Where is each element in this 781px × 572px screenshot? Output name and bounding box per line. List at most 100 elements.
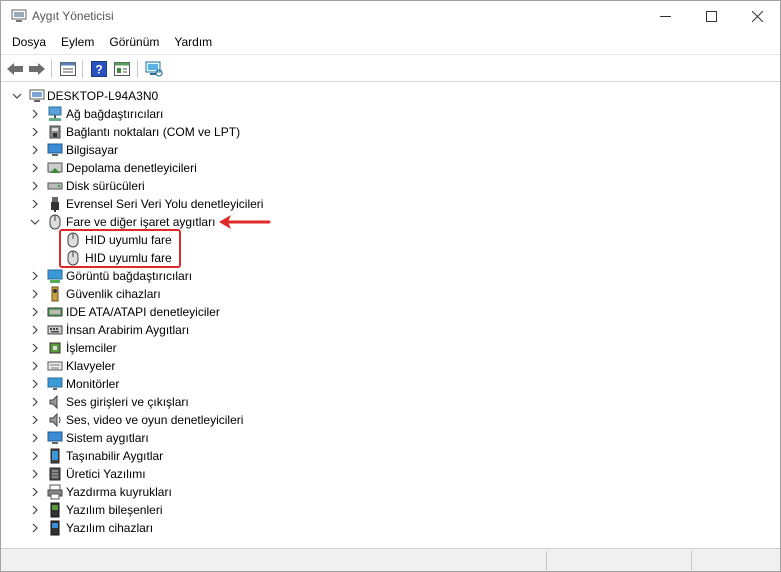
forward-icon	[29, 63, 45, 75]
security-device-icon	[51, 286, 59, 302]
chevron-right-icon[interactable]	[29, 324, 41, 336]
chevron-right-icon[interactable]	[29, 522, 41, 534]
chevron-right-icon[interactable]	[29, 306, 41, 318]
chevron-right-icon[interactable]	[29, 342, 41, 354]
display-adapter-icon	[47, 269, 63, 283]
title-bar[interactable]: Aygıt Yöneticisi	[1, 1, 780, 31]
tree-category-15[interactable]: Ses girişleri ve çıkışları	[66, 393, 189, 411]
scan-hardware-button[interactable]	[144, 59, 164, 79]
chevron-right-icon[interactable]	[29, 108, 41, 120]
computer-icon	[29, 89, 45, 102]
chevron-right-icon[interactable]	[29, 198, 41, 210]
chevron-right-icon[interactable]	[29, 144, 41, 156]
help-button[interactable]: ?	[89, 59, 109, 79]
tree-category-1[interactable]: Ağ bağdaştırıcıları	[66, 105, 163, 123]
chevron-down-icon[interactable]	[11, 90, 23, 102]
scan-hardware-icon	[145, 61, 163, 77]
annotation-arrow-icon	[219, 215, 271, 229]
tree-category-13[interactable]: Klavyeler	[66, 357, 115, 375]
properties-button[interactable]	[58, 59, 78, 79]
chevron-right-icon[interactable]	[29, 504, 41, 516]
hid-icon	[47, 325, 63, 335]
storage-controller-icon	[47, 162, 63, 173]
tree-category-5[interactable]: Disk sürücüleri	[66, 177, 145, 195]
tree-category-16[interactable]: Ses, video ve oyun denetleyicileri	[66, 411, 243, 429]
chevron-right-icon[interactable]	[29, 378, 41, 390]
tree-category-11[interactable]: İnsan Arabirim Aygıtları	[66, 321, 189, 339]
chevron-right-icon[interactable]	[29, 180, 41, 192]
chevron-right-icon[interactable]	[29, 126, 41, 138]
device-manager-app-icon	[11, 9, 27, 22]
chevron-down-icon[interactable]	[29, 216, 41, 228]
menu-action[interactable]: Eylem	[54, 32, 102, 52]
maximize-button[interactable]	[688, 1, 734, 31]
device-manager-window: Aygıt Yöneticisi Dosya Eylem Görünüm Yar…	[0, 0, 781, 572]
chevron-right-icon[interactable]	[29, 450, 41, 462]
tree-category-18[interactable]: Taşınabilir Aygıtlar	[66, 447, 163, 465]
svg-text:?: ?	[95, 63, 102, 77]
update-driver-button[interactable]	[112, 59, 132, 79]
chevron-right-icon[interactable]	[29, 486, 41, 498]
tree-category-9[interactable]: Güvenlik cihazları	[66, 285, 161, 303]
portable-device-icon	[50, 448, 60, 464]
tree-root-computer[interactable]: DESKTOP-L94A3N0	[47, 87, 158, 105]
tree-category-17[interactable]: Sistem aygıtları	[66, 429, 149, 447]
status-bar	[1, 548, 780, 571]
update-driver-icon	[114, 62, 130, 76]
tree-category-20[interactable]: Yazdırma kuyrukları	[66, 483, 172, 501]
chevron-right-icon[interactable]	[29, 270, 41, 282]
tree-category-10[interactable]: IDE ATA/ATAPI denetleyiciler	[66, 303, 220, 321]
menu-view[interactable]: Görünüm	[102, 32, 167, 52]
print-queue-icon	[47, 484, 63, 500]
audio-io-icon	[49, 394, 58, 410]
computer-icon	[47, 143, 63, 156]
close-button[interactable]	[734, 1, 780, 31]
chevron-right-icon[interactable]	[29, 414, 41, 426]
minimize-icon	[659, 15, 671, 17]
toolbar: ?	[1, 54, 780, 82]
window-title: Aygıt Yöneticisi	[32, 9, 114, 23]
chevron-right-icon[interactable]	[29, 288, 41, 300]
help-icon: ?	[91, 61, 107, 77]
mouse-icon	[49, 214, 61, 230]
tree-category-21[interactable]: Yazılım bileşenleri	[66, 501, 162, 519]
ide-controller-icon	[47, 307, 63, 317]
monitor-icon	[47, 377, 63, 390]
software-device-icon	[50, 520, 60, 536]
forward-button[interactable]	[27, 59, 47, 79]
tree-category-8[interactable]: Görüntü bağdaştırıcıları	[66, 267, 192, 285]
system-device-icon	[47, 431, 63, 444]
port-icon	[49, 125, 61, 139]
close-icon	[751, 10, 763, 22]
processor-icon	[49, 342, 61, 354]
keyboard-icon	[47, 361, 63, 371]
tree-category-6[interactable]: Evrensel Seri Veri Yolu denetleyicileri	[66, 195, 263, 213]
menu-bar: Dosya Eylem Görünüm Yardım	[1, 32, 780, 52]
back-icon	[7, 63, 23, 75]
software-component-icon	[50, 502, 60, 518]
tree-category-12[interactable]: İşlemciler	[66, 339, 117, 357]
chevron-right-icon[interactable]	[29, 432, 41, 444]
chevron-right-icon[interactable]	[29, 162, 41, 174]
minimize-button[interactable]	[642, 1, 688, 31]
chevron-right-icon[interactable]	[29, 396, 41, 408]
highlight-box	[59, 229, 181, 268]
tree-category-3[interactable]: Bilgisayar	[66, 141, 118, 159]
tree-category-14[interactable]: Monitörler	[66, 375, 119, 393]
tree-category-22[interactable]: Yazılım cihazları	[66, 519, 153, 537]
device-tree[interactable]: DESKTOP-L94A3N0 Ağ bağdaştırıcıları Bağlan…	[1, 83, 780, 547]
firmware-icon	[49, 467, 61, 481]
back-button[interactable]	[5, 59, 25, 79]
tree-category-2[interactable]: Bağlantı noktaları (COM ve LPT)	[66, 123, 240, 141]
properties-icon	[60, 62, 76, 76]
usb-icon	[51, 197, 59, 212]
menu-help[interactable]: Yardım	[167, 32, 220, 52]
tree-category-4[interactable]: Depolama denetleyicileri	[66, 159, 197, 177]
network-adapter-icon	[48, 106, 62, 121]
chevron-right-icon[interactable]	[29, 360, 41, 372]
tree-category-19[interactable]: Üretici Yazılımı	[66, 465, 146, 483]
menu-file[interactable]: Dosya	[1, 32, 54, 52]
chevron-right-icon[interactable]	[29, 468, 41, 480]
sound-controller-icon	[49, 412, 61, 428]
disk-drive-icon	[47, 182, 63, 190]
